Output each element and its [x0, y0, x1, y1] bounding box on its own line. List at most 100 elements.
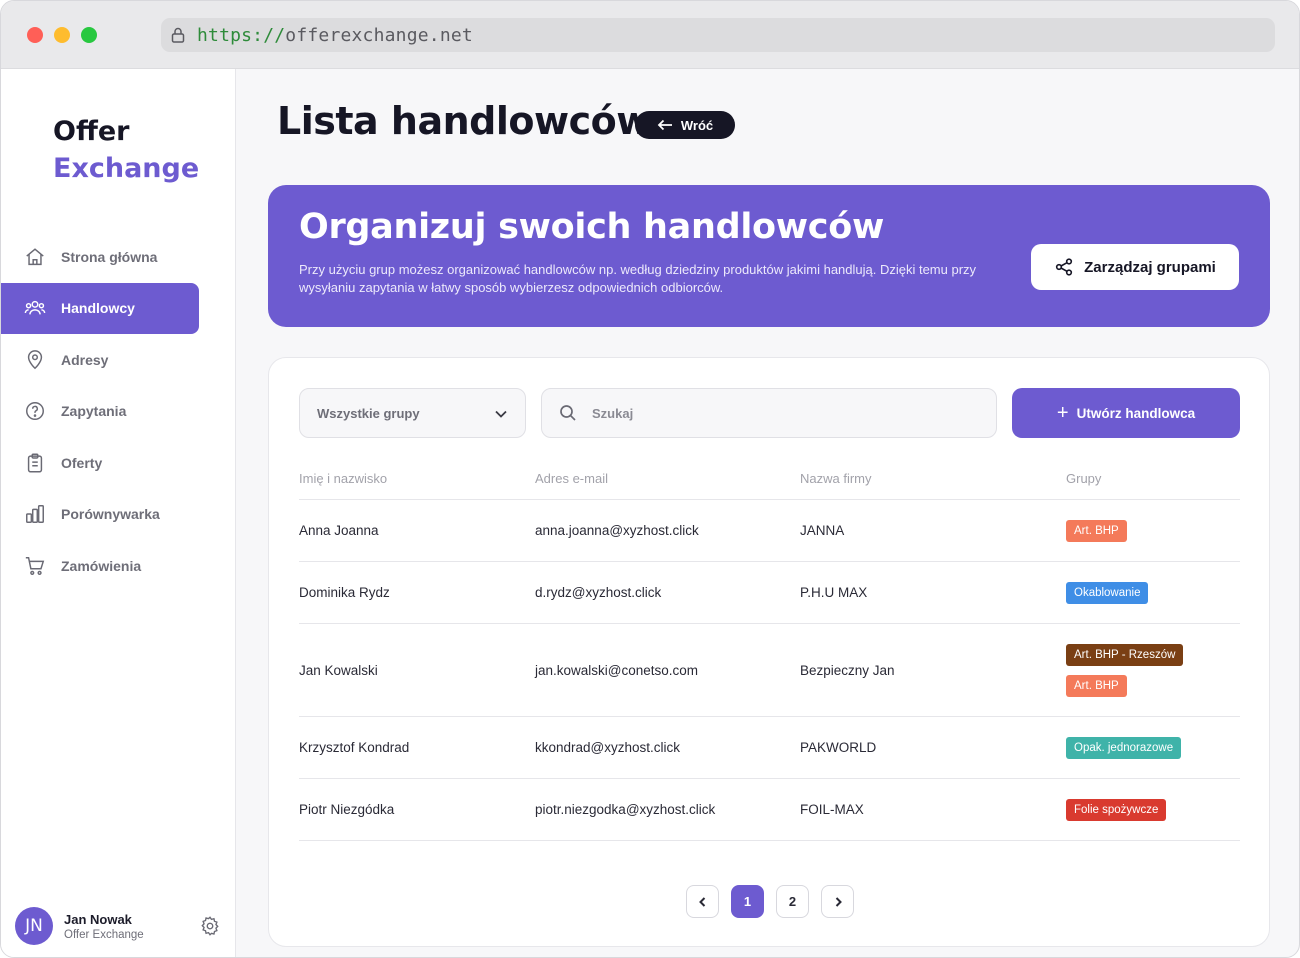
cell-company: FOIL-MAX	[800, 802, 864, 817]
cell-groups: Okablowanie	[1066, 581, 1240, 604]
arrow-left-icon	[657, 119, 672, 131]
cell-email: d.rydz@xyzhost.click	[535, 585, 662, 600]
sidebar-item-label: Oferty	[61, 454, 103, 471]
logo-line-2: Exchange	[53, 153, 200, 184]
cart-icon	[23, 554, 47, 578]
cell-company: Bezpieczny Jan	[800, 662, 895, 678]
table-row[interactable]: Dominika Rydz d.rydz@xyzhost.click P.H.U…	[299, 562, 1240, 624]
sidebar-item-oferty[interactable]: Oferty	[1, 437, 199, 488]
sidebar-nav: Strona główna Handlowcy Adresy Zapytania…	[1, 231, 236, 592]
search-box[interactable]	[541, 388, 997, 438]
cell-company: PAKWORLD	[800, 740, 877, 755]
logo-line-1: Offer	[53, 116, 130, 147]
sidebar-item-label: Strona główna	[61, 248, 158, 265]
url-scheme: https://	[197, 24, 286, 46]
table-header: Imię i nazwisko Adres e-mail Nazwa firmy…	[299, 458, 1240, 500]
sidebar-item-handlowcy[interactable]: Handlowcy	[1, 282, 199, 334]
home-icon	[23, 245, 47, 269]
close-window-button[interactable]	[27, 27, 43, 43]
page-title: Lista handlowców	[277, 99, 651, 143]
back-button[interactable]: Wróć	[635, 111, 735, 139]
groups-banner: Organizuj swoich handlowców Przy użyciu …	[268, 185, 1270, 327]
sidebar-item-label: Handlowcy	[61, 300, 135, 317]
chevron-down-icon	[495, 410, 507, 418]
url-host: offerexchange.net	[285, 24, 473, 46]
back-button-label: Wróć	[680, 117, 714, 133]
search-input[interactable]	[592, 405, 972, 421]
user-name: Jan Nowak	[64, 911, 132, 927]
group-filter-select[interactable]: Wszystkie grupy	[299, 388, 526, 438]
sidebar-item-label: Porównywarka	[61, 506, 160, 523]
app-logo[interactable]: Offer Exchange	[53, 113, 199, 187]
map-pin-icon	[23, 348, 47, 372]
sidebar-item-strona-glowna[interactable]: Strona główna	[1, 231, 199, 282]
user-profile[interactable]: JN Jan Nowak Offer Exchange	[15, 906, 225, 946]
cell-email: jan.kowalski@conetso.com	[535, 662, 699, 678]
sidebar-item-zapytania[interactable]: Zapytania	[1, 386, 199, 437]
maximize-window-button[interactable]	[81, 27, 97, 43]
main-content: Lista handlowców Wróć Organizuj swoich h…	[237, 69, 1299, 957]
clipboard-icon	[23, 451, 47, 475]
bar-chart-icon	[23, 502, 47, 526]
salespeople-table: Imię i nazwisko Adres e-mail Nazwa firmy…	[299, 458, 1240, 841]
page-button-1[interactable]: 1	[731, 885, 764, 918]
header-company[interactable]: Nazwa firmy	[800, 471, 1066, 486]
sidebar-item-porownywarka[interactable]: Porównywarka	[1, 489, 199, 540]
cell-email: anna.joanna@xyzhost.click	[535, 523, 699, 538]
group-filter-value: Wszystkie grupy	[317, 405, 420, 421]
group-badge[interactable]: Art. BHP	[1066, 674, 1127, 697]
cell-company: P.H.U MAX	[800, 585, 868, 600]
share-icon	[1056, 258, 1073, 276]
url-text: https://offerexchange.net	[197, 25, 473, 46]
sidebar-item-label: Adresy	[61, 351, 109, 368]
next-page-button[interactable]	[821, 885, 854, 918]
create-salesperson-button[interactable]: + Utwórz handlowca	[1012, 388, 1240, 438]
plus-icon: +	[1056, 402, 1069, 424]
page-button-2[interactable]: 2	[776, 885, 809, 918]
browser-window: https://offerexchange.net Offer Exchange…	[0, 0, 1300, 958]
gear-icon[interactable]	[199, 915, 221, 937]
cell-groups: Art. BHP - Rzeszów Art. BHP	[1066, 643, 1240, 697]
cell-name: Piotr Niezgódka	[299, 802, 395, 817]
table-row[interactable]: Krzysztof Kondrad kkondrad@xyzhost.click…	[299, 717, 1240, 779]
cell-email: kkondrad@xyzhost.click	[535, 740, 681, 755]
cell-name: Dominika Rydz	[299, 585, 390, 600]
search-icon	[560, 405, 576, 421]
table-row[interactable]: Anna Joanna anna.joanna@xyzhost.click JA…	[299, 500, 1240, 562]
manage-groups-button[interactable]: Zarządzaj grupami	[1031, 244, 1239, 290]
users-icon	[23, 296, 47, 320]
table-row[interactable]: Piotr Niezgódka piotr.niezgodka@xyzhost.…	[299, 779, 1240, 841]
sidebar-item-adresy[interactable]: Adresy	[1, 334, 199, 385]
cell-name: Anna Joanna	[299, 523, 379, 538]
table-row[interactable]: Jan Kowalski jan.kowalski@conetso.com Be…	[299, 624, 1240, 717]
user-company: Offer Exchange	[64, 928, 144, 941]
cell-name: Jan Kowalski	[299, 662, 378, 678]
group-badge[interactable]: Okablowanie	[1066, 581, 1149, 604]
cell-groups: Art. BHP	[1066, 519, 1240, 542]
user-info: Jan Nowak Offer Exchange	[64, 912, 144, 941]
header-groups[interactable]: Grupy	[1066, 471, 1240, 486]
header-name[interactable]: Imię i nazwisko	[299, 471, 535, 486]
cell-groups: Folie spożywcze	[1066, 798, 1240, 821]
chevron-right-icon	[835, 896, 842, 907]
lock-icon	[171, 27, 185, 43]
cell-name: Krzysztof Kondrad	[299, 740, 410, 755]
banner-title: Organizuj swoich handlowców	[299, 207, 885, 247]
group-badge[interactable]: Art. BHP	[1066, 519, 1127, 542]
minimize-window-button[interactable]	[54, 27, 70, 43]
sidebar: Offer Exchange Strona główna Handlowcy A…	[1, 69, 236, 957]
pagination: 1 2	[686, 885, 854, 918]
sidebar-item-zamowienia[interactable]: Zamówienia	[1, 541, 199, 592]
salespeople-card: Wszystkie grupy + Utwórz handlowca Imię …	[268, 357, 1270, 947]
group-badge[interactable]: Art. BHP - Rzeszów	[1066, 643, 1184, 666]
group-badge[interactable]: Folie spożywcze	[1066, 798, 1167, 821]
prev-page-button[interactable]	[686, 885, 719, 918]
manage-groups-label: Zarządzaj grupami	[1084, 258, 1216, 276]
cell-email: piotr.niezgodka@xyzhost.click	[535, 802, 716, 817]
address-bar[interactable]: https://offerexchange.net	[161, 18, 1275, 52]
sidebar-item-label: Zapytania	[61, 403, 127, 420]
group-badge[interactable]: Opak. jednorazowe	[1066, 736, 1182, 759]
cell-groups: Opak. jednorazowe	[1066, 736, 1240, 759]
header-email[interactable]: Adres e-mail	[535, 471, 800, 486]
chevron-left-icon	[698, 896, 705, 907]
